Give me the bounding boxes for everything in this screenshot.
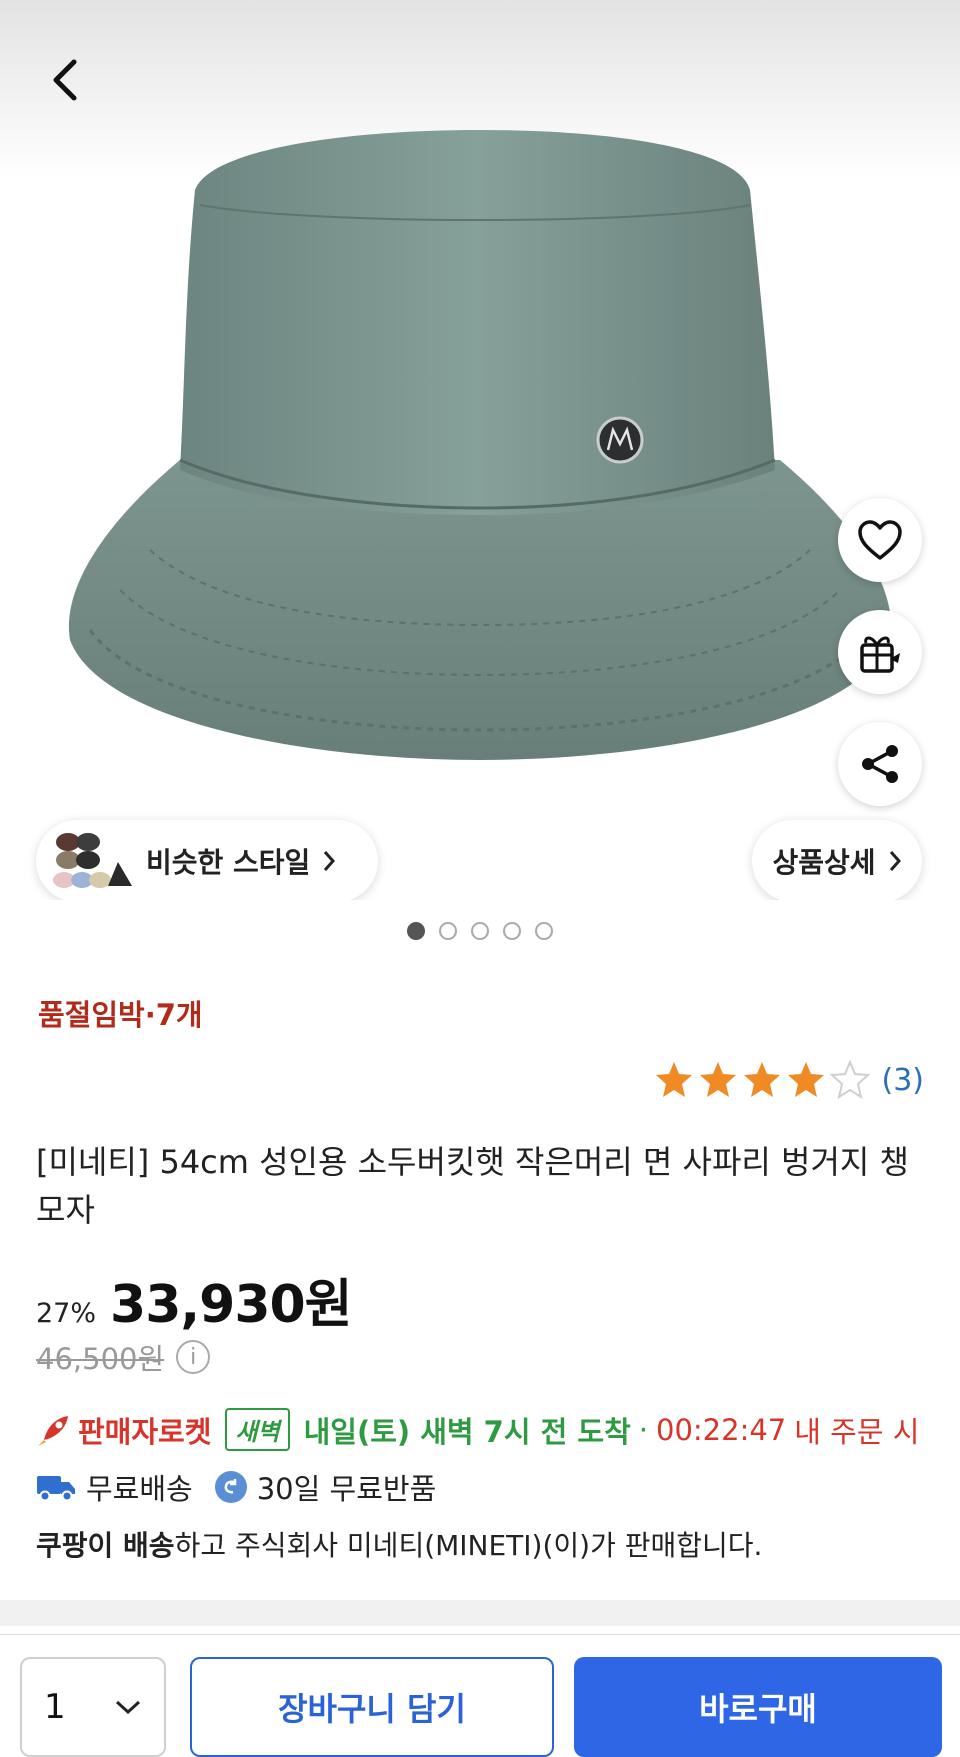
star-filled-icon bbox=[699, 1062, 736, 1097]
similar-style-label: 비슷한 스타일 bbox=[146, 846, 311, 879]
product-rating[interactable]: (3) bbox=[654, 1060, 925, 1100]
discount-rate: 27% bbox=[36, 1298, 97, 1329]
rocket-label: 판매자로켓 bbox=[78, 1414, 212, 1449]
product-image[interactable] bbox=[60, 130, 900, 850]
pagination-dot[interactable] bbox=[503, 922, 521, 940]
similar-style-thumbnail bbox=[53, 833, 132, 888]
order-countdown: 00:22:47 bbox=[656, 1412, 787, 1447]
free-return-label: 30일 무료반품 bbox=[256, 1472, 437, 1506]
rocket-icon bbox=[38, 1415, 68, 1446]
quantity-select[interactable]: 1 bbox=[20, 1657, 166, 1757]
gift-button[interactable] bbox=[838, 610, 922, 694]
separator: · bbox=[638, 1412, 648, 1447]
return-icon bbox=[214, 1471, 247, 1503]
product-detail-button[interactable]: 상품상세 bbox=[752, 820, 922, 900]
star-filled-icon bbox=[743, 1062, 780, 1097]
add-to-cart-button[interactable]: 장바구니 담기 bbox=[190, 1657, 554, 1757]
gift-icon bbox=[860, 636, 900, 673]
quantity-value: 1 bbox=[44, 1687, 66, 1727]
seller-bold-text: 쿠팡이 배송 bbox=[36, 1529, 175, 1562]
pagination-dot[interactable] bbox=[407, 922, 425, 940]
buy-now-button[interactable]: 바로구매 bbox=[574, 1657, 942, 1757]
product-gallery[interactable]: 비슷한 스타일 상품상세 bbox=[0, 0, 960, 900]
seller-text: 하고 주식회사 미네티(MINETI)(이)가 판매합니다. bbox=[174, 1529, 763, 1562]
star-filled-icon bbox=[787, 1062, 824, 1097]
gallery-pagination bbox=[0, 922, 960, 940]
order-condition: 내 주문 시 bbox=[794, 1414, 920, 1449]
bottom-action-bar: 1 장바구니 담기 바로구매 bbox=[0, 1634, 960, 1757]
sale-price: 33,930원 bbox=[110, 1275, 353, 1335]
share-icon bbox=[862, 745, 898, 783]
pagination-dot[interactable] bbox=[439, 922, 457, 940]
arrival-time: 내일(토) 새벽 7시 전 도착 bbox=[303, 1414, 631, 1449]
product-title: [미네티] 54cm 성인용 소두버킷햇 작은머리 면 사파리 벙거지 챙모자 bbox=[36, 1143, 909, 1229]
chevron-right-icon bbox=[888, 849, 902, 873]
wishlist-button[interactable] bbox=[838, 498, 922, 582]
section-divider bbox=[0, 1600, 960, 1626]
pagination-dot[interactable] bbox=[535, 922, 553, 940]
similar-style-button[interactable]: 비슷한 스타일 bbox=[36, 820, 378, 900]
price-row: 27% 33,930원 bbox=[36, 1262, 353, 1337]
original-price: 46,500원 bbox=[36, 1342, 165, 1376]
star-filled-icon bbox=[655, 1062, 692, 1097]
delivery-info: 판매자로켓 새벽 내일(토) 새벽 7시 전 도착 · 00:22:47 내 주… bbox=[36, 1408, 919, 1451]
product-detail-label: 상품상세 bbox=[772, 846, 876, 879]
info-icon[interactable]: i bbox=[176, 1340, 211, 1374]
chevron-left-icon bbox=[53, 59, 77, 101]
chevron-right-icon bbox=[322, 849, 336, 873]
back-button[interactable] bbox=[40, 50, 90, 110]
star-empty-icon bbox=[829, 1060, 870, 1100]
share-button[interactable] bbox=[838, 722, 922, 806]
truck-icon bbox=[37, 1476, 75, 1502]
heart-icon bbox=[858, 520, 902, 560]
chevron-down-icon bbox=[115, 1700, 141, 1715]
free-shipping-label: 무료배송 bbox=[86, 1472, 193, 1506]
shipping-return-info: 무료배송 30일 무료반품 bbox=[36, 1466, 436, 1508]
original-price-row: 46,500원 i bbox=[36, 1336, 211, 1378]
pagination-dot[interactable] bbox=[471, 922, 489, 940]
seller-info: 쿠팡이 배송하고 주식회사 미네티(MINETI)(이)가 판매합니다. bbox=[36, 1524, 762, 1564]
stock-notice: 품절임박·7개 bbox=[38, 998, 203, 1032]
review-count[interactable]: (3) bbox=[882, 1063, 925, 1098]
dawn-badge: 새벽 bbox=[225, 1408, 290, 1451]
